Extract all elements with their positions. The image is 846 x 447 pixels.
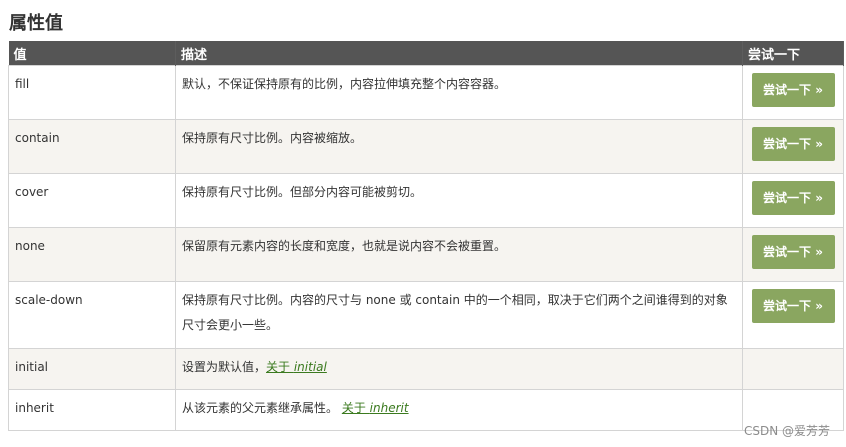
row-try-cell: 尝试一下 » <box>742 227 844 282</box>
row-description-text: 设置为默认值， <box>182 360 267 374</box>
page-title: 属性值 <box>9 13 63 34</box>
table-header-row: 值 描述 尝试一下 <box>8 41 844 66</box>
table-row: initial 设置为默认值，关于 initial <box>8 348 844 390</box>
about-link-prefix: 关于 <box>341 401 370 415</box>
table-row: fill 默认，不保证保持原有的比例，内容拉伸填充整个内容容器。 尝试一下 » <box>8 65 844 120</box>
header-value: 值 <box>8 41 176 66</box>
about-link-text: initial <box>293 360 327 374</box>
row-value: initial <box>8 348 176 390</box>
row-description: 保持原有尺寸比例。但部分内容可能被剪切。 <box>175 173 743 228</box>
row-try-cell: 尝试一下 » <box>742 281 844 349</box>
table-row: inherit 从该元素的父元素继承属性。 关于 inherit <box>8 389 844 431</box>
property-values-table: 值 描述 尝试一下 fill 默认，不保证保持原有的比例，内容拉伸填充整个内容容… <box>8 41 844 431</box>
row-value: scale-down <box>8 281 176 349</box>
row-description: 保留原有元素内容的长度和宽度，也就是说内容不会被重置。 <box>175 227 743 282</box>
row-description-text: 从该元素的父元素继承属性。 <box>182 401 342 415</box>
table-row: none 保留原有元素内容的长度和宽度，也就是说内容不会被重置。 尝试一下 » <box>8 227 844 282</box>
row-description: 保持原有尺寸比例。内容的尺寸与 none 或 contain 中的一个相同，取决… <box>175 281 743 349</box>
row-try-cell: 尝试一下 » <box>742 65 844 120</box>
try-it-button-scale-down[interactable]: 尝试一下 » <box>751 289 835 323</box>
row-try-cell: 尝试一下 » <box>742 173 844 228</box>
table-row: cover 保持原有尺寸比例。但部分内容可能被剪切。 尝试一下 » <box>8 173 844 228</box>
header-description: 描述 <box>175 41 743 66</box>
try-it-button-contain[interactable]: 尝试一下 » <box>751 127 835 161</box>
row-value: fill <box>8 65 176 120</box>
row-description: 设置为默认值，关于 initial <box>175 348 743 390</box>
row-try-cell: 尝试一下 » <box>742 119 844 174</box>
try-it-button-cover[interactable]: 尝试一下 » <box>751 181 835 215</box>
row-value: contain <box>8 119 176 174</box>
about-initial-link[interactable]: 关于 initial <box>266 360 327 374</box>
row-value: cover <box>8 173 176 228</box>
row-description: 从该元素的父元素继承属性。 关于 inherit <box>175 389 743 431</box>
about-inherit-link[interactable]: 关于 inherit <box>342 401 409 415</box>
about-link-text: inherit <box>369 401 409 415</box>
table-row: scale-down 保持原有尺寸比例。内容的尺寸与 none 或 contai… <box>8 281 844 349</box>
row-value: inherit <box>8 389 176 431</box>
row-description: 保持原有尺寸比例。内容被缩放。 <box>175 119 743 174</box>
try-it-button-fill[interactable]: 尝试一下 » <box>751 73 835 107</box>
try-it-button-none[interactable]: 尝试一下 » <box>751 235 835 269</box>
header-try-it: 尝试一下 <box>742 41 844 66</box>
row-value: none <box>8 227 176 282</box>
about-link-prefix: 关于 <box>266 360 294 374</box>
row-try-cell-empty <box>742 348 844 390</box>
row-description: 默认，不保证保持原有的比例，内容拉伸填充整个内容容器。 <box>175 65 743 120</box>
table-row: contain 保持原有尺寸比例。内容被缩放。 尝试一下 » <box>8 119 844 174</box>
csdn-watermark: CSDN @爱芳芳 <box>743 424 830 438</box>
